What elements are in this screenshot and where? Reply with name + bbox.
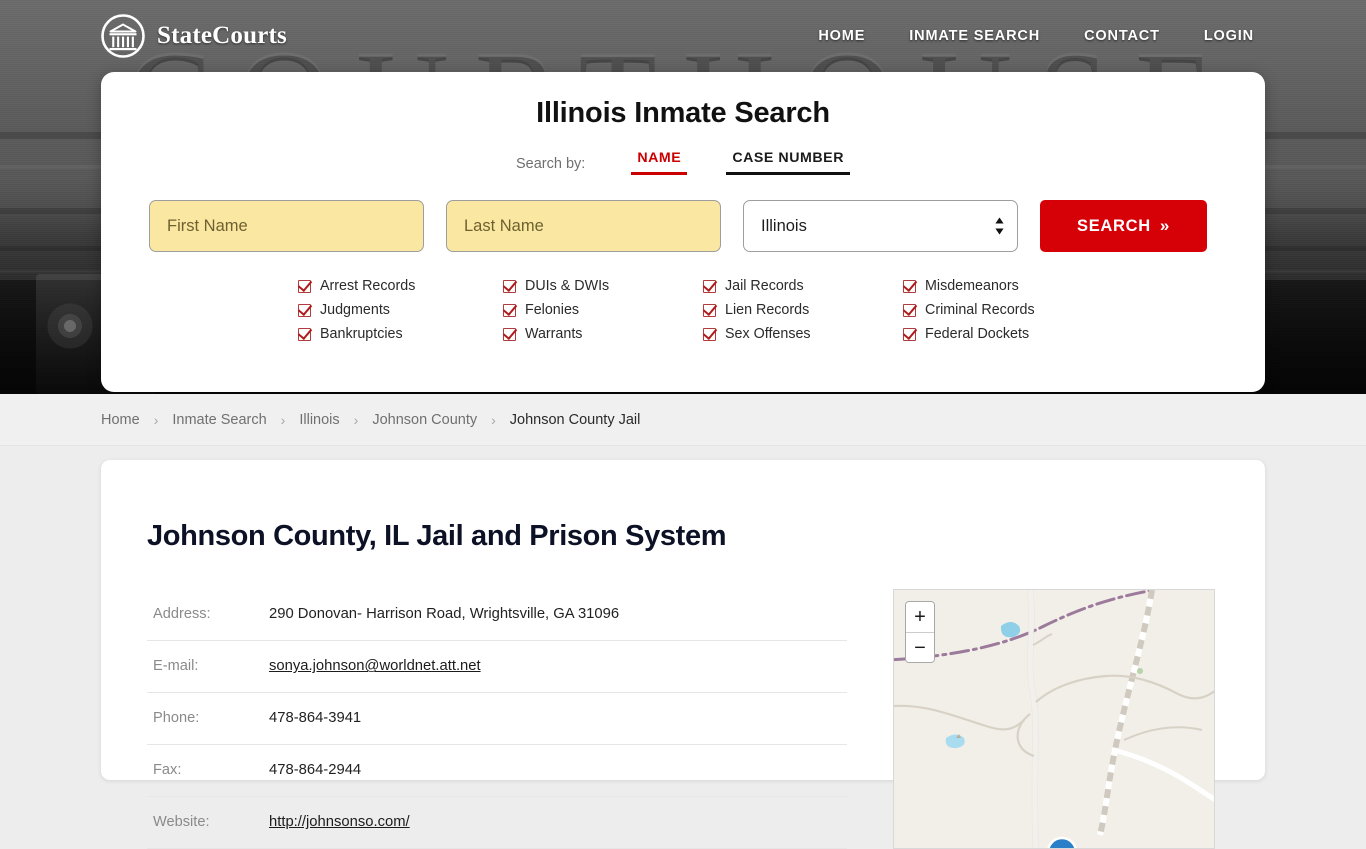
checkbox-checked-icon[interactable]: [503, 280, 516, 293]
tab-name[interactable]: NAME: [631, 149, 687, 175]
record-types-grid: Arrest Records DUIs & DWIs Jail Records …: [298, 274, 1068, 346]
state-select[interactable]: Illinois: [743, 200, 1018, 252]
nav-item-home[interactable]: HOME: [818, 28, 865, 44]
content-columns: Address: 290 Donovan- Harrison Road, Wri…: [101, 589, 1265, 849]
map-zoom-controls: + −: [905, 601, 935, 663]
record-type-item[interactable]: Arrest Records: [298, 274, 503, 298]
checkbox-checked-icon[interactable]: [503, 304, 516, 317]
breadcrumb-separator-icon: ›: [154, 412, 159, 428]
record-type-item[interactable]: Warrants: [503, 322, 703, 346]
row-value-address: 290 Donovan- Harrison Road, Wrightsville…: [269, 589, 847, 640]
nav-item-inmate-search[interactable]: INMATE SEARCH: [909, 28, 1040, 44]
table-row: Phone: 478-864-3941: [147, 692, 847, 744]
row-label: Phone:: [147, 692, 269, 744]
record-type-label: Felonies: [525, 302, 579, 318]
table-row: Address: 290 Donovan- Harrison Road, Wri…: [147, 589, 847, 640]
record-type-label: Lien Records: [725, 302, 809, 318]
record-type-label: Warrants: [525, 326, 582, 342]
record-type-item[interactable]: Felonies: [503, 298, 703, 322]
brand-logo[interactable]: StateCourts: [100, 13, 287, 59]
jail-details-card: Johnson County, IL Jail and Prison Syste…: [101, 460, 1265, 780]
record-type-label: Criminal Records: [925, 302, 1035, 318]
checkbox-checked-icon[interactable]: [903, 328, 916, 341]
row-value-fax: 478-864-2944: [269, 744, 847, 796]
record-type-item[interactable]: DUIs & DWIs: [503, 274, 703, 298]
checkbox-checked-icon[interactable]: [703, 280, 716, 293]
table-row: E-mail: sonya.johnson@worldnet.att.net: [147, 640, 847, 692]
row-value-website: http://johnsonso.com/: [269, 796, 847, 848]
row-label: Website:: [147, 796, 269, 848]
page-body: Johnson County, IL Jail and Prison Syste…: [0, 446, 1366, 768]
record-type-label: Sex Offenses: [725, 326, 811, 342]
double-chevron-right-icon: »: [1160, 216, 1170, 236]
brand-name: StateCourts: [157, 22, 287, 50]
record-type-item[interactable]: Lien Records: [703, 298, 903, 322]
record-type-label: DUIs & DWIs: [525, 278, 609, 294]
checkbox-checked-icon[interactable]: [903, 280, 916, 293]
record-type-item[interactable]: Bankruptcies: [298, 322, 503, 346]
search-button-label: SEARCH: [1077, 217, 1151, 236]
breadcrumb-bar: Home › Inmate Search › Illinois › Johnso…: [0, 394, 1366, 446]
email-link[interactable]: sonya.johnson@worldnet.att.net: [269, 658, 481, 674]
breadcrumb-item-johnson-county[interactable]: Johnson County: [372, 412, 477, 428]
breadcrumb-separator-icon: ›: [491, 412, 496, 428]
record-type-label: Arrest Records: [320, 278, 415, 294]
map-tiles: [894, 590, 1215, 849]
table-row: Website: http://johnsonso.com/: [147, 796, 847, 848]
row-label: E-mail:: [147, 640, 269, 692]
checkbox-checked-icon[interactable]: [298, 328, 311, 341]
row-label: Address:: [147, 589, 269, 640]
page-title: Johnson County, IL Jail and Prison Syste…: [101, 460, 1265, 553]
record-type-item[interactable]: Sex Offenses: [703, 322, 903, 346]
courthouse-circle-icon: [100, 13, 146, 59]
checkbox-checked-icon[interactable]: [503, 328, 516, 341]
inmate-search-card: Illinois Inmate Search Search by: NAME C…: [101, 72, 1265, 392]
record-type-item[interactable]: Criminal Records: [903, 298, 1068, 322]
nav-item-login[interactable]: LOGIN: [1204, 28, 1254, 44]
record-type-item[interactable]: Judgments: [298, 298, 503, 322]
checkbox-checked-icon[interactable]: [703, 304, 716, 317]
top-navigation-bar: StateCourts HOME INMATE SEARCH CONTACT L…: [0, 0, 1366, 72]
main-nav: HOME INMATE SEARCH CONTACT LOGIN: [818, 28, 1254, 44]
record-type-label: Bankruptcies: [320, 326, 403, 342]
checkbox-checked-icon[interactable]: [903, 304, 916, 317]
checkbox-checked-icon[interactable]: [298, 280, 311, 293]
record-type-label: Jail Records: [725, 278, 804, 294]
breadcrumb-item-current: Johnson County Jail: [510, 412, 641, 428]
search-title: Illinois Inmate Search: [101, 72, 1265, 130]
search-by-row: Search by: NAME CASE NUMBER: [101, 149, 1265, 175]
row-label: Fax:: [147, 744, 269, 796]
tab-case-number[interactable]: CASE NUMBER: [726, 149, 850, 175]
record-type-label: Misdemeanors: [925, 278, 1019, 294]
table-row: Fax: 478-864-2944: [147, 744, 847, 796]
record-type-label: Judgments: [320, 302, 390, 318]
row-value-phone: 478-864-3941: [269, 692, 847, 744]
nav-item-contact[interactable]: CONTACT: [1084, 28, 1160, 44]
row-value-email: sonya.johnson@worldnet.att.net: [269, 640, 847, 692]
facility-info-table: Address: 290 Donovan- Harrison Road, Wri…: [147, 589, 847, 849]
zoom-in-button[interactable]: +: [906, 602, 934, 632]
checkbox-checked-icon[interactable]: [703, 328, 716, 341]
breadcrumb-separator-icon: ›: [354, 412, 359, 428]
search-form-row: Illinois SEARCH »: [101, 200, 1265, 252]
search-button[interactable]: SEARCH »: [1040, 200, 1207, 252]
first-name-input[interactable]: [149, 200, 424, 252]
last-name-input[interactable]: [446, 200, 721, 252]
search-by-label: Search by:: [516, 156, 585, 175]
record-type-item[interactable]: Jail Records: [703, 274, 903, 298]
zoom-out-button[interactable]: −: [906, 632, 934, 662]
hero-section: COURTHOUSE StateCourts HOME: [0, 0, 1366, 394]
breadcrumb: Home › Inmate Search › Illinois › Johnso…: [101, 412, 640, 428]
breadcrumb-item-inmate-search[interactable]: Inmate Search: [172, 412, 266, 428]
breadcrumb-item-home[interactable]: Home: [101, 412, 140, 428]
state-select-wrapper: Illinois: [743, 200, 1018, 252]
website-link[interactable]: http://johnsonso.com/: [269, 814, 410, 830]
record-type-item[interactable]: Misdemeanors: [903, 274, 1068, 298]
location-map[interactable]: + −: [893, 589, 1215, 849]
breadcrumb-item-illinois[interactable]: Illinois: [299, 412, 339, 428]
record-type-label: Federal Dockets: [925, 326, 1029, 342]
checkbox-checked-icon[interactable]: [298, 304, 311, 317]
breadcrumb-separator-icon: ›: [281, 412, 286, 428]
record-type-item[interactable]: Federal Dockets: [903, 322, 1068, 346]
